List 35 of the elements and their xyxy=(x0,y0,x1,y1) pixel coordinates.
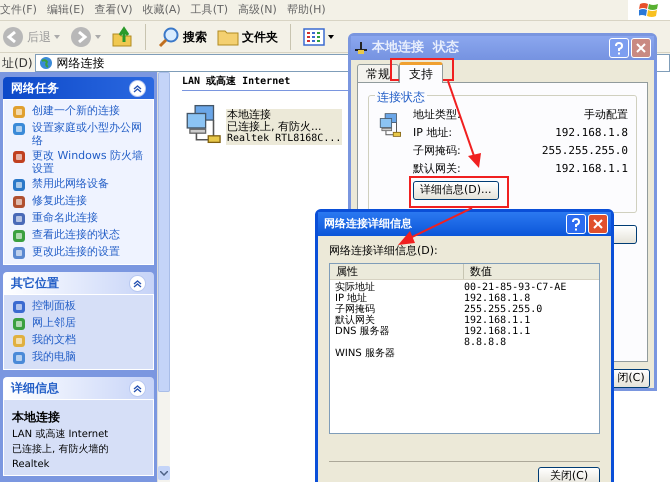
property-cell-text: 默认网关 xyxy=(334,314,376,326)
property-cell-text: 实际地址 xyxy=(334,282,376,292)
status-value: 192.168.1.1 xyxy=(555,160,628,177)
task-pane-title: 详细信息 xyxy=(11,380,59,397)
property-cell-text: IP 地址 xyxy=(334,292,368,304)
dialog-title: 网络连接详细信息 xyxy=(323,216,412,232)
status-label: 子网掩码: xyxy=(413,142,461,159)
details-text: 已连接上, 有防火墙的 xyxy=(12,443,110,456)
connection-device: Realtek RTL8168C... xyxy=(227,133,342,145)
group-title: 连接状态 xyxy=(375,88,427,106)
status-label: 默认网关: xyxy=(413,160,461,177)
value-cell: 192.168.1.1 xyxy=(464,326,530,336)
property-cell-text: DNS 服务器 xyxy=(334,326,391,338)
value-cell: 00-21-85-93-C7-AE xyxy=(464,282,566,292)
list-label: 网络连接详细信息(D): xyxy=(328,243,439,259)
group-header: LAN 或高速 Internet xyxy=(182,74,290,89)
property-cell-text: WINS 服务器 xyxy=(334,348,396,358)
value-cell: 192.168.1.8 xyxy=(464,292,530,304)
status-value: 192.168.1.8 xyxy=(555,124,628,141)
connection-status: 已连接上, 有防火... xyxy=(227,121,322,133)
details-text: Realtek xyxy=(12,458,50,471)
details-text: LAN 或高速 Internet xyxy=(12,428,110,441)
status-label: IP 地址: xyxy=(413,124,452,141)
status-value: 255.255.255.0 xyxy=(542,142,628,159)
address-label: 址(D) xyxy=(1,54,34,72)
dialog-title: 本地连接 状态 xyxy=(372,38,460,58)
status-value: 手动配置 xyxy=(584,106,628,123)
property-cell-text: 子网掩码 xyxy=(334,304,376,314)
details-heading: 本地连接 xyxy=(12,409,61,426)
value-cell-text: 8.8.8.8 xyxy=(464,336,508,348)
value-cell: 255.255.255.0 xyxy=(464,304,542,314)
connection-name: 本地连接 xyxy=(227,109,272,121)
value-cell: 192.168.1.1 xyxy=(464,314,530,326)
task-pane-title: 其它位置 xyxy=(11,275,59,292)
task-pane-title: 网络任务 xyxy=(11,80,59,97)
